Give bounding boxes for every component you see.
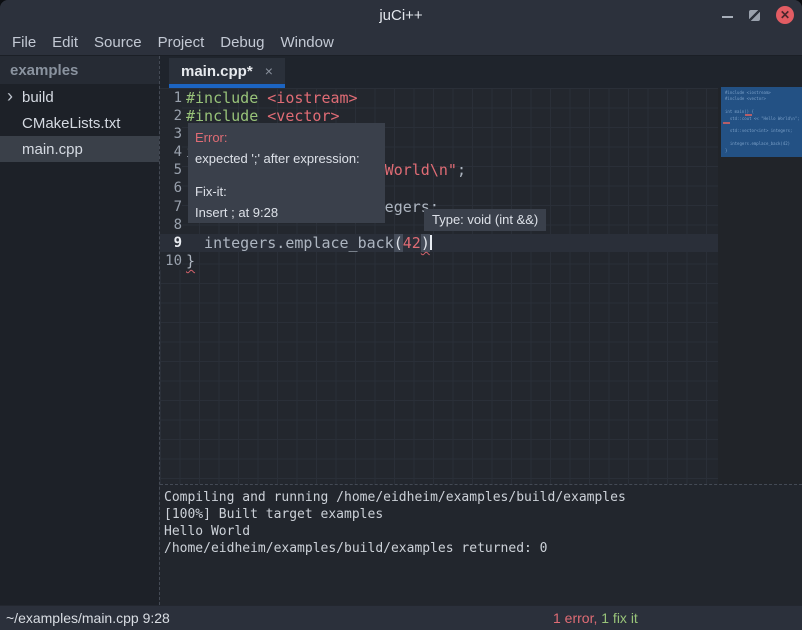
menu-item-edit[interactable]: Edit — [52, 34, 78, 51]
chevron-right-icon[interactable]: › — [7, 84, 13, 108]
status-error-count: 1 error — [553, 610, 593, 626]
error-tooltip: Error: expected ';' after expression: Fi… — [188, 123, 385, 223]
fixit-tooltip-title: Fix-it: — [195, 181, 378, 202]
sidebar-item-label: CMakeLists.txt — [22, 115, 120, 132]
menu-item-debug[interactable]: Debug — [220, 34, 264, 51]
type-tooltip: Type: void (int &&) — [424, 209, 546, 231]
line-number: 10 — [160, 252, 182, 270]
line-content: #include <iostream> — [186, 89, 358, 107]
app-window: juCi++ ✕ File Edit Source Project Debug … — [0, 0, 802, 630]
text-cursor — [430, 235, 432, 250]
window-title: juCi++ — [379, 7, 422, 24]
sidebar-header: examples — [0, 56, 159, 84]
minimap[interactable]: #include <iostream>#include <vector> int… — [721, 87, 802, 157]
menu-item-window[interactable]: Window — [280, 34, 333, 51]
output-line: Compiling and running /home/eidheim/exam… — [164, 489, 802, 506]
code-line[interactable]: 1#include <iostream> — [160, 89, 718, 107]
tooltip-spacer — [195, 169, 378, 181]
code-line[interactable]: 9 integers.emplace_back(42) — [160, 234, 718, 252]
menu-item-source[interactable]: Source — [94, 34, 142, 51]
tab-maincpp[interactable]: main.cpp* × — [169, 58, 285, 88]
line-number: 7 — [160, 198, 182, 216]
error-tooltip-message: expected ';' after expression: — [195, 148, 378, 169]
code-line[interactable]: 10} — [160, 252, 718, 270]
output-line: /home/eidheim/examples/build/examples re… — [164, 540, 802, 557]
status-fixit-count: 1 fix it — [601, 610, 638, 626]
sidebar-item-cmakelists[interactable]: CMakeLists.txt — [0, 110, 159, 136]
file-tree-sidebar: examples › build CMakeLists.txt main.cpp — [0, 56, 159, 605]
status-file-location: ~/examples/main.cpp 9:28 — [6, 606, 170, 630]
output-panel[interactable]: Compiling and running /home/eidheim/exam… — [160, 484, 802, 605]
sidebar-item-label: main.cpp — [22, 141, 83, 158]
tab-label: main.cpp* — [181, 63, 253, 80]
restore-icon[interactable] — [749, 10, 760, 21]
editor-pane: main.cpp* × 1#include <iostream>2#includ… — [159, 56, 802, 605]
sidebar-item-build[interactable]: › build — [0, 84, 159, 110]
minimize-icon[interactable] — [722, 16, 733, 18]
sidebar-item-label: build — [22, 89, 54, 106]
line-content: integers.emplace_back(42) — [186, 234, 432, 252]
minimap-line: } — [725, 148, 802, 154]
close-icon[interactable]: ✕ — [776, 6, 794, 24]
menu-item-project[interactable]: Project — [158, 34, 205, 51]
line-content: } — [186, 252, 195, 270]
line-number: 4 — [160, 143, 182, 161]
tab-close-icon[interactable]: × — [265, 63, 273, 79]
status-diagnostics: 1 error, 1 fix it — [553, 606, 638, 630]
output-line: [100%] Built target examples — [164, 506, 802, 523]
error-tooltip-title: Error: — [195, 127, 378, 148]
minimap-line: std::cout << "Hello World\n"; — [725, 116, 802, 122]
minimap-error-mark — [745, 114, 752, 116]
menu-item-file[interactable]: File — [12, 34, 36, 51]
line-number: 1 — [160, 89, 182, 107]
line-number: 5 — [160, 161, 182, 179]
line-number: 9 — [160, 234, 182, 252]
line-number: 3 — [160, 125, 182, 143]
minimap-error-mark — [723, 122, 730, 124]
tab-bar: main.cpp* × — [160, 56, 802, 88]
output-line: Hello World — [164, 523, 802, 540]
line-number: 2 — [160, 107, 182, 125]
sidebar-item-maincpp[interactable]: main.cpp — [0, 136, 159, 162]
line-number: 8 — [160, 216, 182, 234]
minimap-column: #include <iostream>#include <vector> int… — [718, 88, 802, 484]
window-controls: ✕ — [722, 0, 794, 30]
line-number: 6 — [160, 179, 182, 197]
title-bar[interactable]: juCi++ ✕ — [0, 0, 802, 30]
minimap-line: std::vector<int> integers; — [725, 128, 802, 134]
fixit-tooltip-message: Insert ; at 9:28 — [195, 202, 378, 223]
menu-bar: File Edit Source Project Debug Window — [0, 30, 802, 56]
code-editor[interactable]: 1#include <iostream>2#include <vector>34… — [160, 88, 802, 484]
status-bar: ~/examples/main.cpp 9:28 1 error, 1 fix … — [0, 605, 802, 630]
